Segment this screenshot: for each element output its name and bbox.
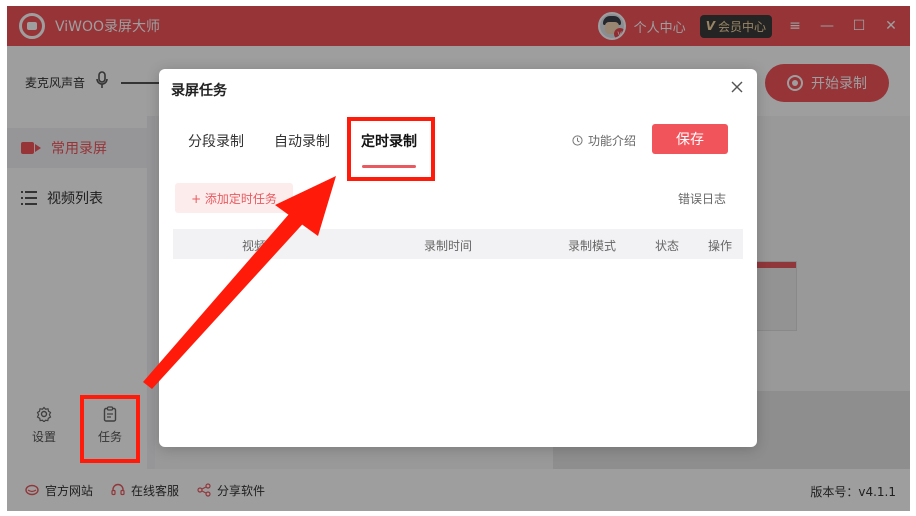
close-icon[interactable] [729, 79, 745, 95]
save-button[interactable]: 保存 [652, 124, 728, 154]
feature-intro-label: 功能介绍 [588, 134, 637, 148]
column-record-time: 录制时间 [424, 239, 473, 253]
column-record-mode: 录制模式 [568, 239, 617, 253]
dialog-title: 录屏任务 [171, 83, 227, 99]
info-clock-icon [572, 135, 583, 146]
feature-intro-link[interactable]: 功能介绍 [572, 132, 636, 149]
column-actions: 操作 [708, 239, 733, 253]
annotation-highlight-tasks-button [80, 395, 140, 463]
add-scheduled-task-button[interactable]: + 添加定时任务 [175, 183, 293, 213]
annotation-highlight-scheduled-tab [347, 117, 435, 181]
column-video: 视频 [242, 239, 267, 253]
tab-segment-record[interactable]: 分段录制 [188, 131, 244, 151]
tab-auto-record[interactable]: 自动录制 [274, 131, 330, 151]
record-task-dialog: 录屏任务 分段录制 自动录制 定时录制 功能介绍 保存 + 添加定时任务 错误日… [159, 69, 757, 447]
task-table-header: 视频 录制时间 录制模式 状态 操作 [173, 229, 743, 259]
error-log-link[interactable]: 错误日志 [678, 190, 726, 207]
column-status: 状态 [655, 239, 680, 253]
